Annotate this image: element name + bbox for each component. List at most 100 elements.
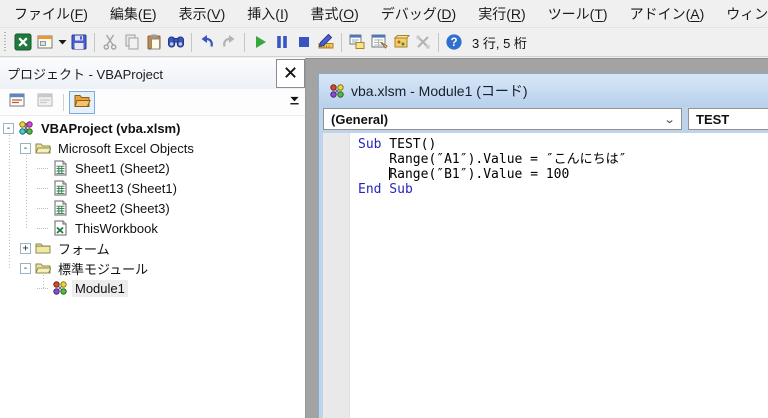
undo-icon[interactable] (196, 31, 218, 53)
menu-run[interactable]: 実行(R) (467, 0, 536, 27)
tree-connector (37, 228, 48, 229)
toolbar-grip-handle[interactable] (2, 32, 9, 53)
menu-insert[interactable]: 挿入(I) (236, 0, 299, 27)
expand-icon[interactable]: + (20, 243, 31, 254)
code-line[interactable]: End Sub (358, 182, 768, 197)
project-tree: -VBAProject (vba.xlsm)-Microsoft Excel O… (0, 116, 305, 418)
folder-closed-icon (35, 240, 52, 256)
tree-item-label[interactable]: 標準モジュール (55, 258, 151, 279)
code-window: vba.xlsm - Module1 (コード) (General) ⌄ TES… (318, 73, 768, 418)
tree-item-label[interactable]: Sheet2 (Sheet3) (72, 200, 173, 217)
menu-format[interactable]: 書式(O) (300, 0, 370, 27)
tree-item-label[interactable]: Module1 (72, 280, 128, 297)
tree-item-label[interactable]: Sheet1 (Sheet2) (72, 160, 173, 177)
tree-item-forms[interactable]: + フォーム (0, 238, 305, 258)
tree-item-label[interactable]: Sheet13 (Sheet1) (72, 180, 180, 197)
paste-icon[interactable] (143, 31, 165, 53)
code-window-titlebar[interactable]: vba.xlsm - Module1 (コード) (319, 74, 768, 107)
module-icon (52, 280, 69, 296)
code-line[interactable]: Sub TEST() (358, 137, 768, 152)
tree-item-thisworkbook[interactable]: ThisWorkbook (0, 218, 305, 238)
toggle-folders-button[interactable] (69, 91, 95, 114)
toolbar-items: ? (12, 31, 465, 53)
menu-tools[interactable]: ツール(T) (537, 0, 619, 27)
chevron-down-icon (289, 93, 300, 111)
redo-icon (218, 31, 240, 53)
project-explorer-panel: プロジェクト - VBAProject -VBAProject (vba.xls… (0, 58, 306, 418)
folder-open-icon (35, 260, 52, 276)
collapse-icon[interactable]: - (20, 143, 31, 154)
procedure-dropdown[interactable]: TEST (688, 108, 768, 130)
toolbar-separator (438, 33, 439, 52)
tree-item-sheet13[interactable]: Sheet13 (Sheet1) (0, 178, 305, 198)
view-code-icon (8, 91, 26, 114)
break-icon[interactable] (271, 31, 293, 53)
menu-edit[interactable]: 編集(E) (99, 0, 168, 27)
tree-item-modules[interactable]: - 標準モジュール (0, 258, 305, 278)
properties-window-icon[interactable] (368, 31, 390, 53)
worksheet-icon (52, 160, 69, 176)
tree-connector (37, 208, 48, 209)
view-object-button (32, 91, 58, 114)
svg-text:?: ? (450, 37, 457, 49)
workbook-icon (52, 220, 69, 236)
menu-window[interactable]: ウィンドウ(W) (715, 0, 768, 27)
tree-connector (37, 288, 48, 289)
menu-items: ファイル(F)編集(E)表示(V)挿入(I)書式(O)デバッグ(D)実行(R)ツ… (3, 0, 768, 27)
help-icon[interactable]: ? (443, 31, 465, 53)
toolbar-separator (94, 33, 95, 52)
chevron-down-icon: ⌄ (663, 113, 675, 126)
insert-userform-icon[interactable] (34, 31, 56, 53)
tree-item-module1[interactable]: Module1 (0, 278, 305, 298)
folder-icon (73, 91, 91, 114)
tree-item-label[interactable]: VBAProject (vba.xlsm) (38, 120, 183, 137)
tree-connector (37, 188, 48, 189)
insert-dropdown-icon[interactable] (56, 31, 68, 53)
toolbox-icon (412, 31, 434, 53)
close-icon (283, 65, 298, 83)
module-icon (329, 83, 346, 99)
worksheet-icon (52, 180, 69, 196)
tree-item-excel-objects[interactable]: - Microsoft Excel Objects (0, 138, 305, 158)
tree-item-vbaproject[interactable]: - VBAProject (vba.xlsm) (0, 118, 305, 138)
code-content[interactable]: Sub TEST() Range(″A1″).Value = ″こんにちは″ R… (350, 133, 768, 418)
collapse-icon[interactable]: - (3, 123, 14, 134)
code-pane: Sub TEST() Range(″A1″).Value = ″こんにちは″ R… (323, 133, 768, 418)
menu-debug[interactable]: デバッグ(D) (370, 0, 467, 27)
tree-item-label[interactable]: ThisWorkbook (72, 220, 161, 237)
indicator-margin[interactable] (323, 133, 350, 418)
object-dropdown[interactable]: (General) ⌄ (323, 108, 682, 130)
save-icon[interactable] (68, 31, 90, 53)
collapse-icon[interactable]: - (20, 263, 31, 274)
view-code-button[interactable] (4, 91, 30, 114)
scroll-down-button[interactable] (286, 94, 302, 110)
design-mode-icon[interactable] (315, 31, 337, 53)
toolbar-separator (341, 33, 342, 52)
code-line[interactable]: Range(″B1″).Value = 100 (358, 167, 768, 182)
code-line[interactable]: Range(″A1″).Value = ″こんにちは″ (358, 152, 768, 167)
workspace: プロジェクト - VBAProject -VBAProject (vba.xls… (0, 58, 768, 418)
tree-connector (37, 168, 48, 169)
menu-addins[interactable]: アドイン(A) (619, 0, 716, 27)
tree-item-label[interactable]: Microsoft Excel Objects (55, 140, 197, 157)
folder-open-icon (35, 140, 52, 156)
vba-editor-window: ファイル(F)編集(E)表示(V)挿入(I)書式(O)デバッグ(D)実行(R)ツ… (0, 0, 768, 418)
menu-view[interactable]: 表示(V) (168, 0, 237, 27)
view-microsoft-excel-icon[interactable] (12, 31, 34, 53)
close-panel-button[interactable] (276, 59, 305, 88)
menu-file[interactable]: ファイル(F) (3, 0, 99, 27)
find-icon[interactable] (165, 31, 187, 53)
tree-item-label[interactable]: フォーム (55, 238, 113, 259)
procedure-dropdown-value: TEST (696, 112, 729, 127)
tree-item-sheet1[interactable]: Sheet1 (Sheet2) (0, 158, 305, 178)
project-explorer-icon[interactable] (346, 31, 368, 53)
object-browser-icon[interactable] (390, 31, 412, 53)
worksheet-icon (52, 200, 69, 216)
tree-item-sheet2[interactable]: Sheet2 (Sheet3) (0, 198, 305, 218)
project-panel-toolbar (0, 89, 305, 116)
reset-icon[interactable] (293, 31, 315, 53)
view-object-icon (36, 91, 54, 114)
vba-project-icon (18, 120, 35, 136)
run-sub-icon[interactable] (249, 31, 271, 53)
menu-bar: ファイル(F)編集(E)表示(V)挿入(I)書式(O)デバッグ(D)実行(R)ツ… (0, 0, 768, 28)
